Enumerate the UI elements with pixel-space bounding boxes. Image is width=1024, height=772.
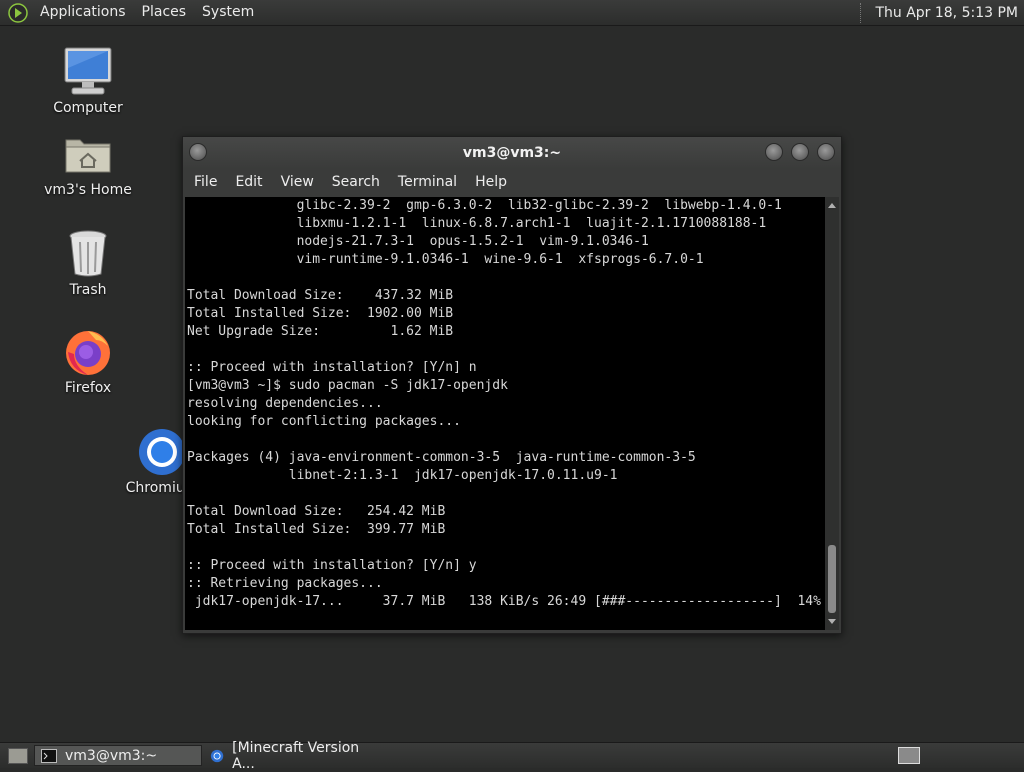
- window-title: vm3@vm3:~: [462, 145, 562, 161]
- terminal-line: Total Download Size: 437.32 MiB: [187, 288, 454, 303]
- minimize-button[interactable]: [765, 143, 783, 161]
- window-menu-button[interactable]: [189, 143, 207, 161]
- terminal-line: glibc-2.39-2 gmp-6.3.0-2 lib32-glibc-2.3…: [187, 198, 782, 213]
- terminal-line: [vm3@vm3 ~]$ sudo pacman -S jdk17-openjd…: [187, 378, 508, 393]
- terminal-line: Total Installed Size: 1902.00 MiB: [187, 306, 454, 321]
- terminal-scrollbar[interactable]: [825, 197, 839, 630]
- terminal-line: libnet-2:1.3-1 jdk17-openjdk-17.0.11.u9-…: [187, 468, 618, 483]
- terminal-line: Net Upgrade Size: 1.62 MiB: [187, 324, 454, 339]
- terminal-line: [185, 485, 825, 503]
- menu-places[interactable]: Places: [134, 0, 195, 25]
- desktop-icon-label: Trash: [69, 282, 107, 298]
- terminal-line: :: Proceed with installation? [Y/n] y: [187, 558, 477, 573]
- menu-view[interactable]: View: [272, 174, 323, 190]
- close-button[interactable]: [817, 143, 835, 161]
- terminal-line: Total Installed Size: 399.77 MiB: [187, 522, 446, 537]
- clock[interactable]: Thu Apr 18, 5:13 PM: [875, 5, 1024, 21]
- terminal-line: resolving dependencies...: [187, 396, 383, 411]
- taskbar-task-chromium[interactable]: [Minecraft Version A...: [204, 740, 374, 772]
- desktop-icon-label: vm3's Home: [44, 182, 132, 198]
- terminal-line: [185, 539, 825, 557]
- terminal-line: looking for conflicting packages...: [187, 414, 461, 429]
- menu-applications[interactable]: Applications: [32, 0, 134, 25]
- terminal-line: [185, 431, 825, 449]
- terminal-line: [185, 269, 825, 287]
- window-titlebar[interactable]: vm3@vm3:~: [183, 137, 841, 169]
- desktop-icon-label: Firefox: [64, 380, 112, 396]
- gnome-foot-icon[interactable]: [8, 2, 28, 23]
- scroll-down-arrow-icon[interactable]: [828, 619, 836, 624]
- terminal-output[interactable]: glibc-2.39-2 gmp-6.3.0-2 lib32-glibc-2.3…: [185, 197, 825, 630]
- top-panel: Applications Places System Thu Apr 18, 5…: [0, 0, 1024, 26]
- taskbar-task-terminal[interactable]: vm3@vm3:~: [34, 745, 202, 766]
- panel-right: Thu Apr 18, 5:13 PM: [860, 0, 1024, 25]
- terminal-line: nodejs-21.7.3-1 opus-1.5.2-1 vim-9.1.034…: [187, 234, 649, 249]
- taskbar-task-label: [Minecraft Version A...: [232, 739, 360, 772]
- show-desktop-icon[interactable]: [8, 747, 28, 764]
- maximize-button[interactable]: [791, 143, 809, 161]
- desktop-icon-label: Computer: [53, 100, 123, 116]
- terminal-line: jdk17-openjdk-17... 37.7 MiB 138 KiB/s 2…: [187, 594, 821, 609]
- scrollbar-thumb[interactable]: [828, 545, 836, 613]
- desktop-icon-firefox[interactable]: Firefox: [38, 326, 138, 396]
- firefox-icon: [66, 331, 110, 375]
- menu-search[interactable]: Search: [323, 174, 389, 190]
- panel-separator: [860, 2, 863, 23]
- terminal-line: libxmu-1.2.1-1 linux-6.8.7.arch1-1 luaji…: [187, 216, 767, 231]
- terminal-line: :: Retrieving packages...: [187, 576, 383, 591]
- menu-help[interactable]: Help: [466, 174, 516, 190]
- menu-file[interactable]: File: [185, 174, 226, 190]
- bottom-panel: vm3@vm3:~ [Minecraft Version A...: [0, 740, 1024, 772]
- terminal-line: [185, 341, 825, 359]
- terminal-menubar: File Edit View Search Terminal Help: [183, 169, 841, 195]
- workspace-switcher[interactable]: [898, 747, 920, 764]
- terminal-window[interactable]: vm3@vm3:~ File Edit View Search Terminal…: [182, 136, 842, 634]
- desktop-icon-computer[interactable]: Computer: [38, 46, 138, 116]
- computer-icon: [64, 47, 112, 95]
- menu-terminal[interactable]: Terminal: [389, 174, 466, 190]
- chromium-icon: [139, 429, 185, 475]
- terminal-line: :: Proceed with installation? [Y/n] n: [187, 360, 477, 375]
- menu-edit[interactable]: Edit: [226, 174, 271, 190]
- terminal-line: vim-runtime-9.1.0346-1 wine-9.6-1 xfspro…: [187, 252, 704, 267]
- terminal-line: Total Download Size: 254.42 MiB: [187, 504, 446, 519]
- taskbar-task-label: vm3@vm3:~: [65, 747, 158, 764]
- terminal-line: Packages (4) java-environment-common-3-5…: [187, 450, 696, 465]
- trash-icon: [69, 230, 107, 277]
- chromium-icon: [210, 749, 224, 762]
- desktop-icon-trash[interactable]: Trash: [38, 228, 138, 298]
- desktop-icon-home[interactable]: vm3's Home: [38, 128, 138, 198]
- menu-system[interactable]: System: [194, 0, 262, 25]
- scroll-up-arrow-icon[interactable]: [828, 203, 836, 208]
- terminal-icon: [41, 748, 57, 763]
- home-folder-icon: [65, 139, 111, 173]
